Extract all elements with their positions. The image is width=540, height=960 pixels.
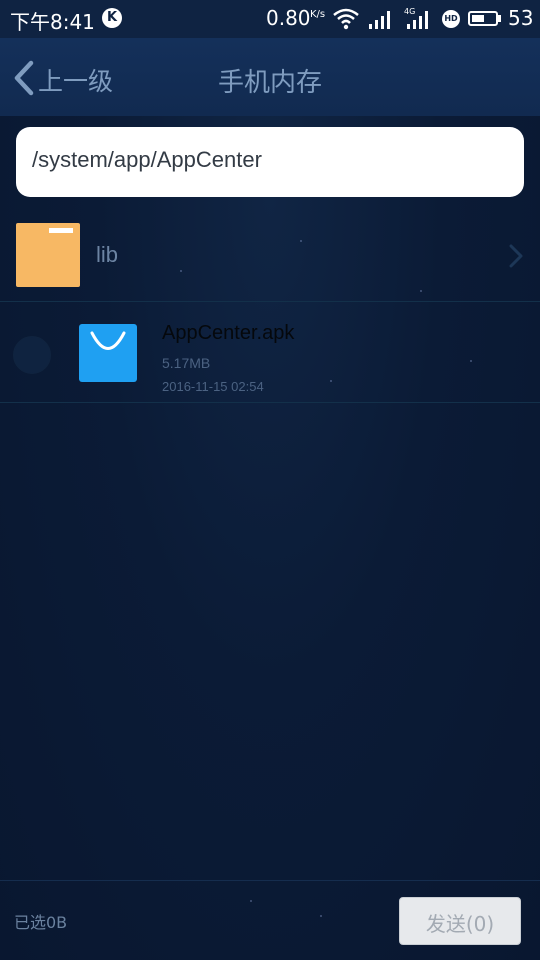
network-speed-unit: K/s: [310, 9, 326, 20]
folder-name: lib: [96, 242, 119, 267]
path-text: /system/app/AppCenter: [32, 147, 262, 172]
app-header: 上一级 手机内存: [0, 38, 540, 116]
status-bar: 下午8:41 K 0.80 K/s 4G HD 53: [0, 0, 540, 38]
status-time: 下午8:41: [10, 10, 95, 34]
file-date: 2016-11-15 02:54: [162, 379, 264, 394]
folder-icon: [16, 223, 80, 287]
battery-icon: [468, 11, 498, 26]
send-button-label: 发送(0): [425, 912, 495, 936]
battery-tip: [498, 15, 501, 22]
network-type-label: 4G: [404, 7, 416, 16]
list-item-folder-lib[interactable]: lib: [0, 213, 540, 302]
file-size: 5.17MB: [162, 355, 211, 371]
shopping-bag-icon: [90, 331, 126, 350]
page-title: 手机内存: [217, 68, 322, 98]
send-button[interactable]: 发送(0): [399, 897, 521, 945]
path-bar[interactable]: /system/app/AppCenter: [16, 127, 524, 197]
list-item-file-appcenter[interactable]: AppCenter.apk 5.17MB 2016-11-15 02:54: [0, 302, 540, 403]
selected-size-label: 已选0B: [14, 913, 68, 932]
apk-icon: [79, 324, 137, 382]
file-manager-screen: 下午8:41 K 0.80 K/s 4G HD 53 上一级 手机内存 /sys…: [0, 0, 540, 960]
chevron-right-icon: [509, 244, 523, 268]
bottom-action-bar: 已选0B 发送(0): [0, 880, 540, 960]
file-name: AppCenter.apk: [162, 322, 295, 344]
battery-level-fill: [472, 15, 484, 22]
wifi-icon: [333, 8, 359, 30]
k-badge-icon: K: [102, 8, 122, 28]
select-checkbox[interactable]: [13, 336, 51, 374]
network-speed: 0.80: [266, 6, 311, 30]
hd-voice-icon: HD: [442, 10, 460, 28]
battery-percentage: 53: [508, 6, 534, 30]
signal-strength-icon: [369, 11, 390, 29]
